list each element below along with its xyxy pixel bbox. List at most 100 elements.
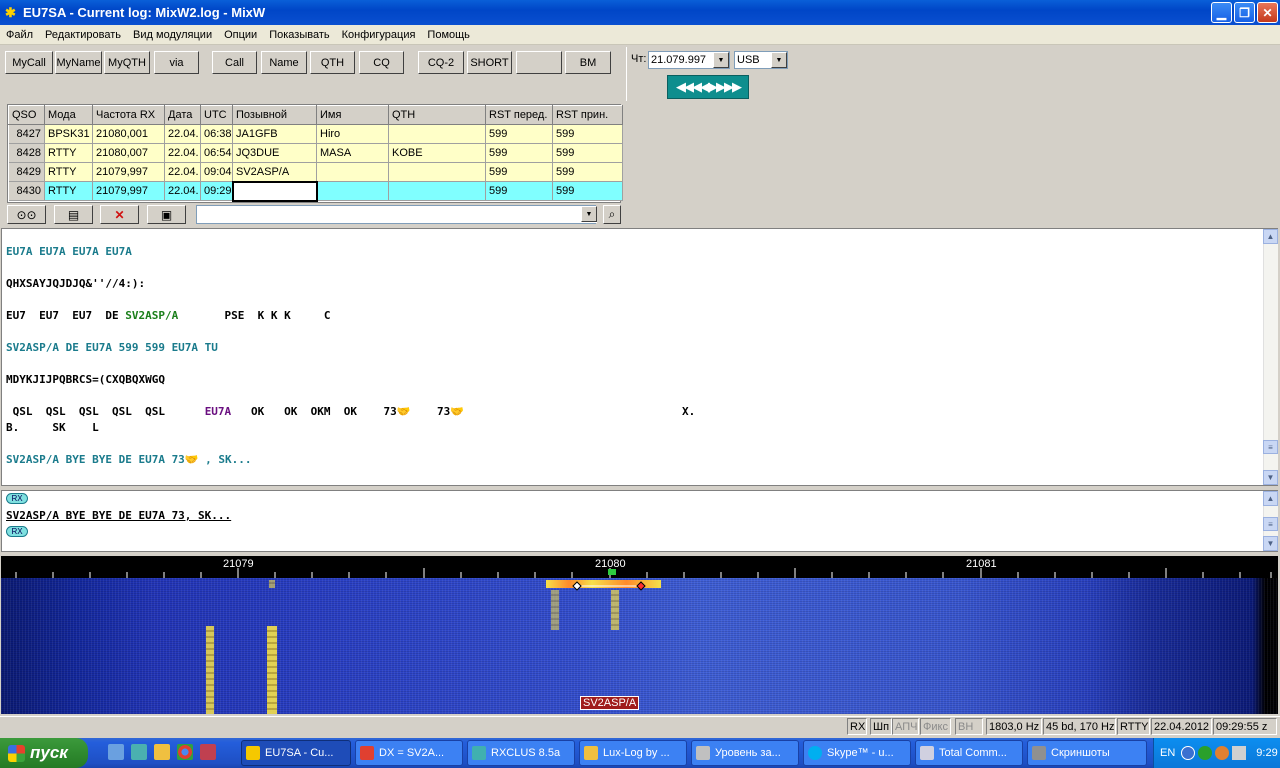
tune-arrows-button[interactable]: ◀◀◀◀▶▶▶▶	[667, 75, 749, 99]
cell-rst-sent[interactable]: 599	[485, 124, 553, 144]
chevron-down-icon[interactable]: ▼	[771, 52, 787, 68]
table-row[interactable]: 8429 RTTY 21079,997 22.04. 09:04 SV2ASP/…	[8, 162, 623, 182]
cell-mode[interactable]: RTTY	[44, 143, 93, 163]
cell-utc[interactable]: 06:38	[200, 124, 233, 144]
status-fix[interactable]: Фикс	[920, 718, 951, 735]
app-launcher-icon[interactable]	[200, 744, 216, 760]
quicklaunch-icon[interactable]	[131, 744, 147, 760]
tray-network-icon[interactable]	[1198, 746, 1213, 760]
cell-name[interactable]	[316, 181, 389, 201]
menu-help[interactable]: Помощь	[421, 29, 476, 41]
cell-date[interactable]: 22.04.	[164, 124, 201, 144]
cell-freq[interactable]: 21079,997	[92, 181, 165, 201]
cell-callsign[interactable]: SV2ASP/A	[232, 162, 317, 182]
scroll-thumb[interactable]: ≡	[1263, 440, 1278, 454]
receive-text-panel[interactable]	[1, 228, 1278, 486]
minimize-button[interactable]: ▁	[1211, 2, 1232, 23]
show-desktop-icon[interactable]	[108, 744, 124, 760]
col-rx-freq[interactable]: Частота RX	[92, 105, 165, 125]
menu-edit[interactable]: Редактировать	[39, 29, 127, 41]
task-luxlog[interactable]: Lux-Log by ...	[579, 740, 687, 766]
start-button[interactable]: пуск	[0, 738, 88, 768]
macro-cq-button[interactable]: CQ	[359, 51, 404, 74]
status-net[interactable]: ВН	[955, 718, 983, 735]
scroll-down-icon[interactable]: ▼	[1263, 470, 1278, 485]
macro-cq2-button[interactable]: CQ-2	[418, 51, 464, 74]
cell-mode[interactable]: RTTY	[44, 181, 93, 201]
callsign-edit-field[interactable]	[231, 180, 318, 202]
col-qso[interactable]: QSO	[8, 105, 45, 125]
cell-freq[interactable]: 21079,997	[92, 162, 165, 182]
chrome-icon[interactable]	[177, 744, 193, 760]
cell-freq[interactable]: 21080,007	[92, 143, 165, 163]
cell-rst-sent[interactable]: 599	[485, 143, 553, 163]
cell-rst-rcvd[interactable]: 599	[552, 162, 623, 182]
table-row[interactable]: 8427 BPSK31 21080,001 22.04. 06:38 JA1GF…	[8, 124, 623, 144]
status-squelch[interactable]: Шп	[870, 718, 892, 735]
task-dx-chrome[interactable]: DX = SV2A...	[355, 740, 463, 766]
menu-config[interactable]: Конфигурация	[336, 29, 422, 41]
menu-view[interactable]: Показывать	[263, 29, 335, 41]
macro-empty-button[interactable]	[516, 51, 562, 74]
macro-call-button[interactable]: Call	[212, 51, 257, 74]
cell-rst-sent[interactable]: 599	[485, 162, 553, 182]
task-skype[interactable]: Skype™ - u...	[803, 740, 911, 766]
cell-rst-rcvd[interactable]: 599	[552, 124, 623, 144]
col-callsign[interactable]: Позывной	[232, 105, 317, 125]
macro-bm-button[interactable]: BM	[565, 51, 611, 74]
task-rxclus[interactable]: RXCLUS 8.5a	[467, 740, 575, 766]
scroll-up-icon[interactable]: ▲	[1263, 229, 1278, 244]
tray-volume-icon[interactable]	[1232, 746, 1247, 760]
col-name[interactable]: Имя	[316, 105, 389, 125]
menu-mode[interactable]: Вид модуляции	[127, 29, 218, 41]
status-afc[interactable]: АПЧ	[892, 718, 919, 735]
col-date[interactable]: Дата	[164, 105, 201, 125]
close-button[interactable]: ✕	[1257, 2, 1278, 23]
sideband-select[interactable]: USB ▼	[734, 51, 788, 69]
task-mixw[interactable]: EU7SA - Cu...	[241, 740, 351, 766]
scroll-thumb[interactable]: ≡	[1263, 517, 1278, 531]
chevron-down-icon[interactable]: ▼	[713, 52, 729, 68]
col-utc[interactable]: UTC	[200, 105, 233, 125]
col-mode[interactable]: Мода	[44, 105, 93, 125]
table-row-current[interactable]: 8430 RTTY 21079,997 22.04. 09:29 599 599	[8, 180, 623, 202]
cell-callsign[interactable]: JQ3DUE	[232, 143, 317, 163]
cell-name[interactable]	[316, 162, 389, 182]
cell-mode[interactable]: BPSK31	[44, 124, 93, 144]
cell-qth[interactable]	[388, 162, 486, 182]
tray-back-icon[interactable]	[1181, 746, 1196, 760]
scroll-up-icon[interactable]: ▲	[1263, 491, 1278, 506]
menu-options[interactable]: Опции	[218, 29, 263, 41]
cell-date[interactable]: 22.04.	[164, 162, 201, 182]
clock[interactable]: 9:29	[1256, 747, 1277, 759]
callsign-search-input[interactable]	[196, 205, 596, 224]
macro-short-button[interactable]: SHORT	[467, 51, 512, 74]
cell-callsign[interactable]: JA1GFB	[232, 124, 317, 144]
macro-myname-button[interactable]: MyName	[55, 51, 102, 74]
menu-file[interactable]: Файл	[0, 29, 39, 41]
tray-skype-icon[interactable]	[1215, 746, 1230, 760]
macro-qth-button[interactable]: QTH	[310, 51, 355, 74]
task-screenshots[interactable]: Скриншоты	[1027, 740, 1147, 766]
waterfall-callsign-label[interactable]: SV2ASP/A	[580, 696, 640, 710]
language-indicator[interactable]: EN	[1160, 747, 1175, 759]
cell-name[interactable]: MASA	[316, 143, 389, 163]
cell-qth[interactable]	[388, 124, 486, 144]
cell-date[interactable]: 22.04.	[164, 181, 201, 201]
cell-name[interactable]: Hiro	[316, 124, 389, 144]
cell-utc[interactable]: 09:04	[200, 162, 233, 182]
lookup-glasses-button[interactable]: ⊙⊙	[7, 205, 46, 224]
macro-via-button[interactable]: via	[154, 51, 199, 74]
waterfall-display[interactable]	[1, 578, 1278, 714]
col-rst-rcvd[interactable]: RST прин.	[552, 105, 623, 125]
search-dropdown[interactable]: ▼	[580, 206, 597, 223]
chevron-down-icon[interactable]: ▼	[581, 206, 597, 222]
cell-qth[interactable]: KOBE	[388, 143, 486, 163]
frequency-scale[interactable]: 21079 21080 21081	[1, 556, 1278, 578]
details-button[interactable]: ▤	[54, 205, 93, 224]
cell-freq[interactable]: 21080,001	[92, 124, 165, 144]
macro-myqth-button[interactable]: MyQTH	[104, 51, 150, 74]
cell-date[interactable]: 22.04.	[164, 143, 201, 163]
save-button[interactable]: ▣	[147, 205, 186, 224]
cell-rst-sent[interactable]: 599	[485, 181, 553, 201]
